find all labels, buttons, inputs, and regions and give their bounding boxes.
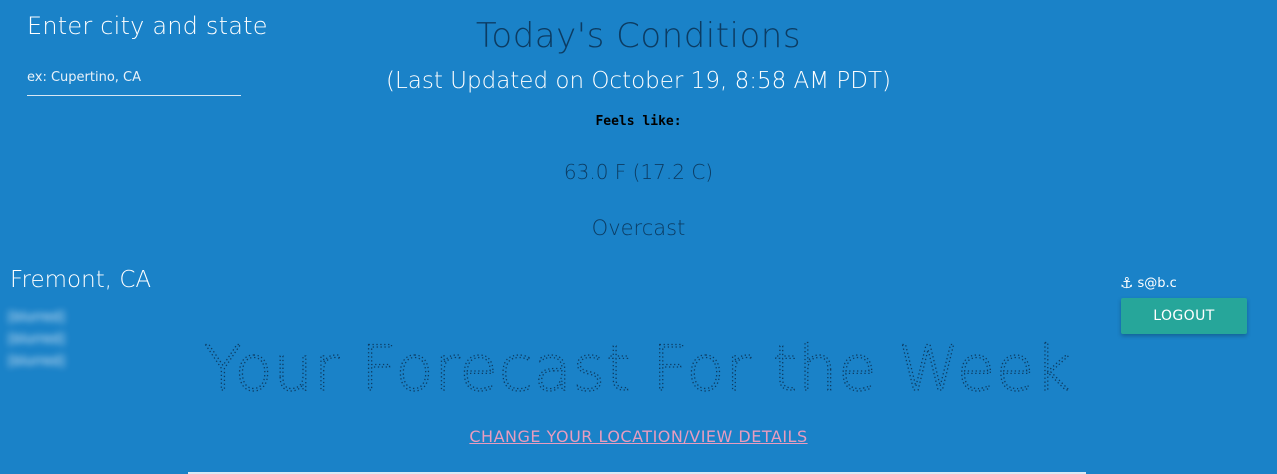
weather-page: Enter city and state Today's Conditions … [0,0,1277,474]
location-detail-line: [blurred] [8,310,65,325]
anchor-icon: ⚓ [1120,274,1134,292]
temperature-value: 63.0 F (17.2 C) [563,160,714,184]
user-email: s@b.c [1137,276,1177,291]
condition-description: Overcast [591,216,686,240]
logout-button[interactable]: LOGOUT [1121,298,1247,334]
change-location-link[interactable]: CHANGE YOUR LOCATION/VIEW DETAILS [0,427,1277,446]
conditions-title: Today's Conditions [475,16,802,56]
last-updated-text: (Last Updated on October 19, 8:58 AM PDT… [385,68,892,94]
location-name: Fremont, CA [10,267,152,293]
feels-like-label: Feels like: [595,114,682,129]
user-info: ⚓ s@b.c [1120,274,1177,292]
forecast-heading-wrapper: Your Forecast For the Week [203,331,1072,405]
forecast-heading: Your Forecast For the Week [204,332,1072,405]
